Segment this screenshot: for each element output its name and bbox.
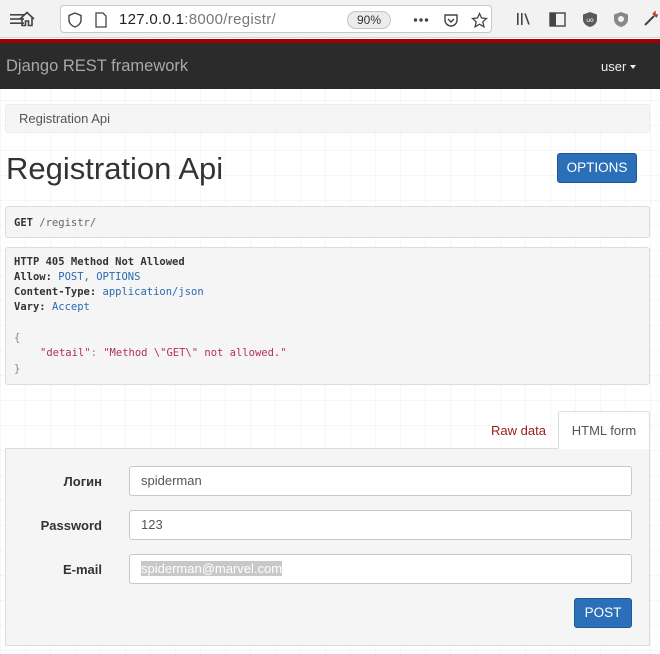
pocket-icon[interactable]: [441, 10, 461, 30]
user-name: user: [601, 59, 627, 74]
json-close-brace: }: [14, 363, 21, 375]
json-open-brace: {: [14, 332, 21, 344]
response-status: HTTP 405 Method Not Allowed: [14, 256, 185, 268]
breadcrumb: Registration Api: [5, 104, 650, 133]
login-label: Логин: [63, 474, 102, 489]
options-button[interactable]: OPTIONS: [557, 153, 637, 183]
svg-text:uo: uo: [586, 17, 594, 24]
email-label: E-mail: [62, 562, 102, 577]
bookmark-star-icon[interactable]: [469, 10, 489, 30]
sidebar-icon[interactable]: [547, 9, 567, 29]
shield-icon[interactable]: [65, 10, 85, 30]
home-icon[interactable]: [17, 9, 37, 29]
request-info: GET /registr/: [5, 206, 650, 238]
caret-down-icon: [630, 65, 637, 69]
navbar: Django REST framework user: [0, 43, 660, 89]
password-label: Password: [40, 518, 102, 533]
more-actions-icon[interactable]: [411, 10, 431, 30]
email-value: spiderman@marvel.com: [141, 561, 283, 576]
login-value: spiderman: [141, 473, 202, 488]
request-path: /registr/: [39, 217, 97, 229]
json-detail-line: "detail": "Method \"GET\" not allowed.": [40, 347, 287, 359]
response-info: HTTP 405 Method Not Allowed Allow: POST,…: [5, 247, 650, 385]
header-allow: Allow: POST, OPTIONS: [14, 271, 141, 283]
address-bar[interactable]: 127.0.0.1:8000/registr/ 90%: [60, 5, 492, 33]
url-text[interactable]: 127.0.0.1:8000/registr/: [119, 11, 276, 28]
tab-html-form[interactable]: HTML form: [558, 411, 650, 449]
brand-link[interactable]: Django REST framework: [6, 57, 188, 76]
tab-raw-data[interactable]: Raw data: [491, 423, 546, 438]
user-dropdown[interactable]: user: [601, 59, 637, 74]
page-title: Registration Api: [6, 151, 224, 186]
page-info-icon[interactable]: [91, 10, 111, 30]
library-icon[interactable]: [514, 9, 534, 29]
password-value: 123: [141, 517, 163, 532]
header-content-type: Content-Type: application/json: [14, 286, 204, 298]
url-host: 127.0.0.1: [119, 11, 185, 28]
ublock-icon[interactable]: uo: [580, 9, 600, 29]
login-input[interactable]: spiderman: [129, 466, 632, 496]
post-button[interactable]: POST: [574, 598, 632, 628]
request-method: GET: [14, 217, 33, 229]
zoom-badge[interactable]: 90%: [347, 11, 391, 29]
email-input[interactable]: spiderman@marvel.com: [129, 554, 632, 584]
browser-toolbar: 127.0.0.1:8000/registr/ 90% uo: [0, 0, 660, 38]
breadcrumb-item[interactable]: Registration Api: [19, 111, 110, 126]
header-vary: Vary: Accept: [14, 301, 90, 313]
devtools-icon[interactable]: [641, 9, 660, 29]
password-input[interactable]: 123: [129, 510, 632, 540]
url-path: :8000/registr/: [184, 11, 277, 28]
privacy-badger-icon[interactable]: [611, 9, 631, 29]
